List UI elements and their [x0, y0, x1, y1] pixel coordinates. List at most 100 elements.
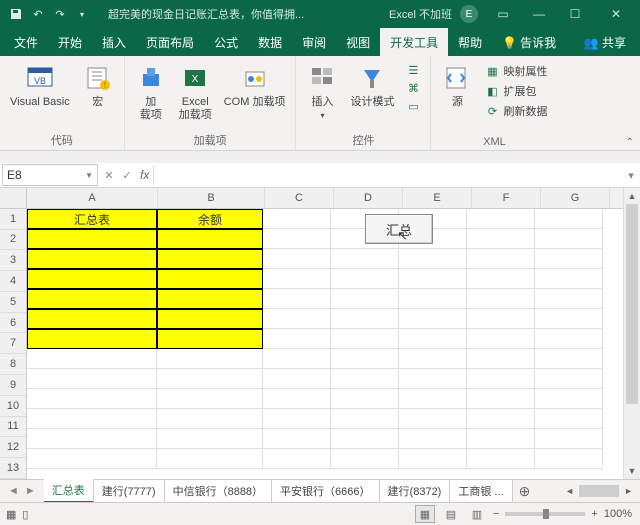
cell[interactable] — [399, 309, 467, 329]
cell[interactable] — [467, 409, 535, 429]
excel-addins-button[interactable]: X Excel 加载项 — [175, 60, 216, 124]
row-header[interactable]: 5 — [0, 292, 26, 313]
cell[interactable] — [157, 329, 263, 349]
formula-input[interactable] — [153, 165, 622, 185]
cell[interactable] — [399, 449, 467, 469]
cell[interactable] — [535, 309, 603, 329]
cell[interactable] — [399, 409, 467, 429]
cell[interactable] — [467, 429, 535, 449]
row-header[interactable]: 9 — [0, 375, 26, 396]
cell[interactable] — [27, 349, 157, 369]
cell[interactable] — [467, 229, 535, 249]
cell[interactable] — [467, 269, 535, 289]
macros-button[interactable]: ! 宏 — [78, 60, 118, 111]
cell[interactable] — [535, 349, 603, 369]
col-header[interactable]: G — [541, 188, 610, 208]
cell[interactable] — [331, 269, 399, 289]
cell[interactable]: 汇总表 — [27, 209, 157, 229]
collapse-ribbon-icon[interactable]: ⌃ — [626, 137, 634, 148]
source-button[interactable]: 源 — [437, 60, 477, 111]
cell[interactable] — [331, 389, 399, 409]
view-normal-icon[interactable]: ▦ — [415, 505, 435, 523]
cell[interactable] — [535, 369, 603, 389]
tab-help[interactable]: 帮助 — [448, 28, 492, 56]
expansion-button[interactable]: ◧扩展包 — [481, 82, 551, 100]
cell[interactable] — [27, 449, 157, 469]
cell[interactable] — [263, 409, 331, 429]
cell[interactable] — [331, 349, 399, 369]
cell[interactable] — [263, 329, 331, 349]
cell[interactable] — [399, 349, 467, 369]
cell[interactable] — [157, 309, 263, 329]
sheet-tab[interactable]: 汇总表 — [44, 479, 94, 503]
chevron-down-icon[interactable]: ▼ — [85, 171, 93, 180]
cell[interactable] — [331, 429, 399, 449]
row-header[interactable]: 10 — [0, 396, 26, 417]
view-pagelayout-icon[interactable]: ▤ — [441, 505, 461, 523]
tab-insert[interactable]: 插入 — [92, 28, 136, 56]
cell[interactable] — [399, 429, 467, 449]
cell[interactable] — [535, 209, 603, 229]
tab-tellme[interactable]: 💡告诉我 — [492, 28, 566, 56]
tab-home[interactable]: 开始 — [48, 28, 92, 56]
minimize-button[interactable]: — — [522, 0, 556, 28]
cell[interactable] — [157, 269, 263, 289]
cell[interactable] — [535, 229, 603, 249]
scroll-up-icon[interactable]: ▲ — [624, 188, 640, 204]
run-dialog-button[interactable]: ▭ — [402, 98, 424, 114]
tab-formulas[interactable]: 公式 — [204, 28, 248, 56]
cell[interactable] — [535, 329, 603, 349]
cell[interactable] — [331, 329, 399, 349]
cell[interactable] — [27, 269, 157, 289]
cell[interactable] — [535, 429, 603, 449]
grid[interactable]: A B C D E F G 汇总表余额 汇总 ↖ — [27, 188, 623, 479]
tab-data[interactable]: 数据 — [248, 28, 292, 56]
zoom-knob[interactable] — [543, 509, 549, 519]
cell[interactable] — [399, 369, 467, 389]
ribbon-options-icon[interactable]: ▭ — [486, 0, 520, 28]
col-header[interactable]: A — [27, 188, 158, 208]
cell[interactable] — [27, 369, 157, 389]
com-addins-button[interactable]: COM 加载项 — [220, 60, 290, 111]
cell[interactable] — [263, 309, 331, 329]
cell[interactable] — [535, 389, 603, 409]
zoom-level[interactable]: 100% — [604, 508, 632, 520]
cell[interactable] — [331, 369, 399, 389]
add-sheet-button[interactable]: ⊕ — [513, 483, 537, 500]
cell[interactable] — [27, 329, 157, 349]
cell[interactable] — [399, 389, 467, 409]
macro-button[interactable]: 汇总 — [365, 214, 433, 244]
zoom-slider[interactable] — [505, 512, 585, 516]
cell[interactable] — [331, 449, 399, 469]
cell[interactable] — [157, 369, 263, 389]
tab-nav-next-icon[interactable]: ► — [23, 485, 38, 497]
tab-developer[interactable]: 开发工具 — [380, 28, 448, 56]
fx-icon[interactable]: fx — [136, 168, 153, 182]
cell[interactable] — [157, 349, 263, 369]
cell[interactable] — [263, 229, 331, 249]
row-header[interactable]: 4 — [0, 271, 26, 292]
view-code-button[interactable]: ⌘ — [402, 80, 424, 96]
cell[interactable] — [157, 289, 263, 309]
cell[interactable] — [467, 309, 535, 329]
cell[interactable] — [331, 249, 399, 269]
cell[interactable] — [263, 389, 331, 409]
user-avatar[interactable]: E — [460, 5, 478, 23]
tab-review[interactable]: 审阅 — [292, 28, 336, 56]
cell[interactable]: 余额 — [157, 209, 263, 229]
cell[interactable] — [535, 449, 603, 469]
row-header[interactable]: 11 — [0, 417, 26, 438]
scroll-left-icon[interactable]: ◄ — [562, 486, 577, 496]
col-header[interactable]: B — [158, 188, 265, 208]
scroll-thumb[interactable] — [626, 204, 638, 404]
row-header[interactable]: 7 — [0, 333, 26, 354]
map-properties-button[interactable]: ▦映射属性 — [481, 62, 551, 80]
zoom-out-button[interactable]: − — [493, 508, 499, 520]
cell[interactable] — [263, 349, 331, 369]
cell[interactable] — [263, 249, 331, 269]
sheet-tab[interactable]: 中信银行（8888） — [165, 480, 272, 502]
tab-file[interactable]: 文件 — [4, 28, 48, 56]
cell[interactable] — [535, 269, 603, 289]
cell[interactable] — [27, 309, 157, 329]
row-header[interactable]: 12 — [0, 437, 26, 458]
